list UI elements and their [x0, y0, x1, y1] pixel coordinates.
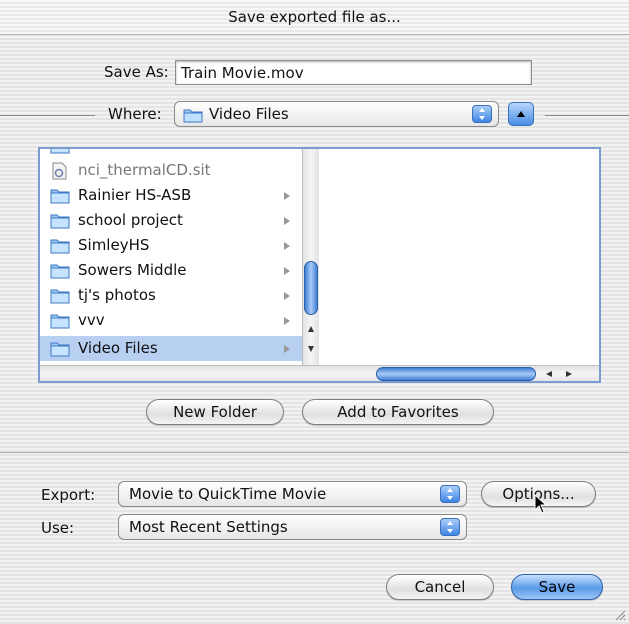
file-browser[interactable]: nci_thermalCD.sit Rainier HS-ASB school …: [38, 147, 601, 383]
list-item-label: vvv: [78, 311, 105, 329]
export-popup[interactable]: Movie to QuickTime Movie: [118, 481, 467, 507]
cursor-arrow-icon: [534, 494, 548, 514]
folder-icon: [50, 340, 70, 361]
list-item[interactable]: school project: [40, 208, 302, 233]
new-folder-button[interactable]: New Folder: [146, 399, 284, 425]
list-item-label: Sowers Middle: [78, 261, 187, 279]
folder-icon: [50, 237, 70, 258]
browser-column: nci_thermalCD.sit Rainier HS-ASB school …: [40, 149, 320, 365]
scroll-up-arrow-icon[interactable]: [307, 325, 315, 333]
cancel-button[interactable]: Cancel: [386, 574, 494, 600]
export-label: Export:: [41, 486, 96, 504]
scroll-left-arrow-icon[interactable]: [545, 370, 553, 378]
document-icon: [50, 162, 68, 184]
export-value: Movie to QuickTime Movie: [129, 485, 327, 503]
disclosure-triangle-icon: [284, 292, 290, 300]
disclosure-triangle-icon: [284, 267, 290, 275]
use-value: Most Recent Settings: [129, 518, 288, 536]
list-item-label: school project: [78, 211, 183, 229]
expand-collapse-button[interactable]: [508, 102, 534, 126]
column-vertical-scrollbar[interactable]: [302, 149, 319, 365]
browser-column-empty: [320, 149, 599, 365]
list-item-label: SimleyHS: [78, 236, 150, 254]
list-item-clipped: [40, 149, 302, 158]
list-item[interactable]: SimleyHS: [40, 233, 302, 258]
add-to-favorites-button[interactable]: Add to Favorites: [302, 399, 494, 425]
folder-icon: [50, 262, 70, 283]
use-label: Use:: [41, 519, 75, 537]
list-item[interactable]: Sowers Middle: [40, 258, 302, 283]
save-as-field[interactable]: Train Movie.mov: [175, 60, 532, 85]
save-as-label: Save As:: [104, 63, 169, 81]
triangle-up-icon: [517, 111, 525, 117]
folder-icon: [50, 187, 70, 208]
folder-icon: [50, 312, 70, 333]
disclosure-triangle-icon: [284, 192, 290, 200]
folder-icon: [183, 106, 203, 130]
window-title: Save exported file as...: [0, 0, 629, 35]
scroll-right-arrow-icon[interactable]: [565, 370, 573, 378]
popup-arrows-icon: [440, 518, 460, 536]
list-item[interactable]: tj's photos: [40, 283, 302, 308]
scroll-down-arrow-icon[interactable]: [307, 345, 315, 353]
popup-arrows-icon: [472, 105, 492, 123]
list-item-label: nci_thermalCD.sit: [78, 161, 211, 179]
folder-icon: [50, 212, 70, 233]
list-item[interactable]: nci_thermalCD.sit: [40, 158, 302, 183]
disclosure-triangle-icon: [284, 217, 290, 225]
disclosure-triangle-icon: [284, 345, 290, 353]
section-divider: [0, 452, 629, 453]
disclosure-triangle-icon: [284, 242, 290, 250]
where-divider-left: [0, 115, 95, 116]
list-item[interactable]: vvv: [40, 308, 302, 333]
list-item-label: Rainier HS-ASB: [78, 186, 192, 204]
browser-horizontal-scrollbar[interactable]: [40, 365, 599, 381]
popup-arrows-icon: [440, 485, 460, 503]
list-item-selected[interactable]: Video Files: [40, 336, 302, 361]
use-popup[interactable]: Most Recent Settings: [118, 514, 467, 540]
save-button[interactable]: Save: [511, 574, 603, 600]
where-divider-right: [545, 115, 629, 116]
resize-grip-icon[interactable]: [614, 609, 626, 621]
list-item-label: Video Files: [78, 339, 158, 357]
disclosure-triangle-icon: [284, 317, 290, 325]
folder-icon: [50, 149, 70, 158]
horizontal-scroll-thumb[interactable]: [376, 367, 536, 381]
folder-icon: [50, 287, 70, 308]
list-item-label: tj's photos: [78, 286, 156, 304]
list-item[interactable]: Rainier HS-ASB: [40, 183, 302, 208]
where-popup[interactable]: Video Files: [174, 101, 499, 127]
where-label: Where:: [108, 105, 162, 123]
where-value: Video Files: [209, 105, 289, 123]
vertical-scroll-thumb[interactable]: [304, 261, 318, 315]
